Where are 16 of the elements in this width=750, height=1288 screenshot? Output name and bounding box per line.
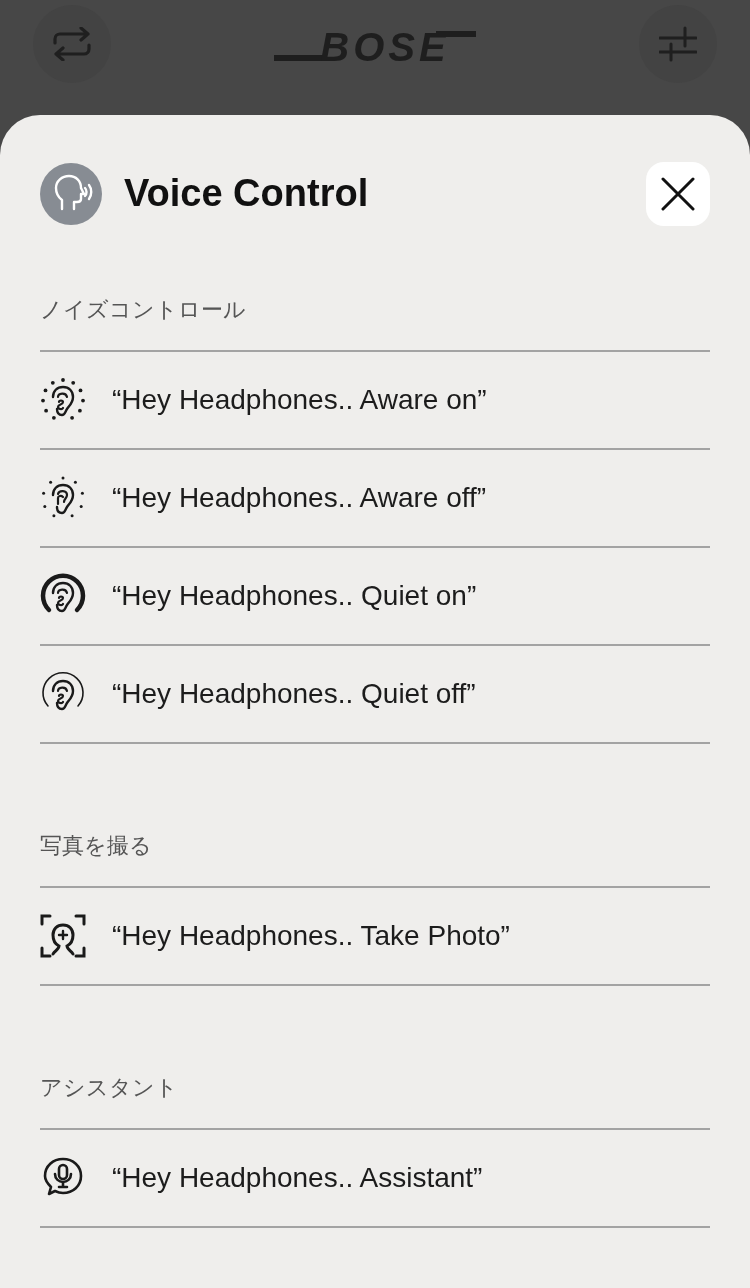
section-heading: ノイズコントロール <box>40 296 246 324</box>
voice-command: “Hey Headphones.. Assistant” <box>112 1161 483 1195</box>
panel-title: Voice Control <box>124 171 369 216</box>
voice-command: “Hey Headphones.. Quiet on” <box>112 579 477 613</box>
close-button[interactable] <box>646 161 710 226</box>
voice-command: “Hey Headphones.. Aware off” <box>112 481 487 515</box>
face-frame-icon <box>39 912 87 960</box>
close-icon <box>661 176 695 211</box>
section-heading: 写真を撮る <box>40 832 152 860</box>
voice-command: “Hey Headphones.. Aware on” <box>112 383 487 417</box>
section-heading: アシスタント <box>40 1074 178 1102</box>
speaking-head-icon <box>40 162 102 225</box>
voice-command: “Hey Headphones.. Quiet off” <box>112 677 476 711</box>
swap-icon <box>52 27 92 61</box>
voice-command: “Hey Headphones.. Take Photo” <box>112 919 510 953</box>
sliders-icon <box>659 26 697 62</box>
